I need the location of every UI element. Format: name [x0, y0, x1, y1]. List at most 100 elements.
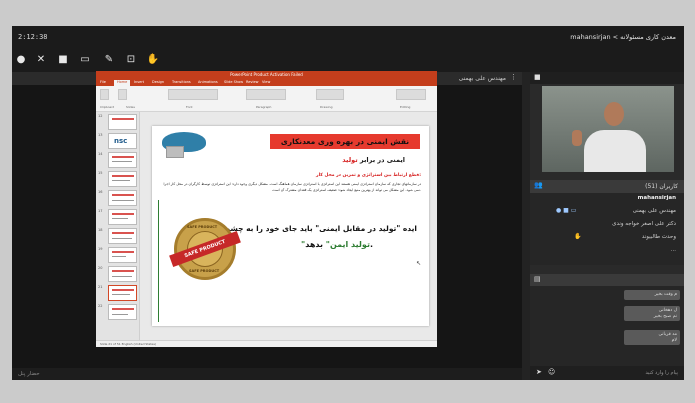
- subheading-black: ایمنی در برابر: [357, 156, 405, 164]
- font-controls[interactable]: [168, 89, 218, 100]
- chat-messages[interactable]: م وقت بخیر ل دهخانی نم صبح بخیر مد قربان…: [530, 286, 684, 366]
- slide-thumbnail[interactable]: [108, 247, 137, 263]
- subheading-red: تولید: [342, 156, 358, 164]
- send-icon[interactable]: ➤: [536, 368, 542, 376]
- participant-item[interactable]: ...: [671, 247, 676, 253]
- slide-subheading: ایمنی در برابر تولید: [342, 156, 405, 164]
- slide-number: 22: [98, 304, 103, 308]
- presenter-body: [584, 130, 646, 172]
- ribbon-group-clipboard: Clipboard: [100, 105, 115, 109]
- ribbon-group-drawing: Drawing: [320, 105, 333, 109]
- slide-thumbnail[interactable]: [108, 114, 137, 130]
- ppt-tab-design[interactable]: Design: [152, 80, 164, 84]
- chat-header: ▤: [530, 274, 684, 286]
- slide-thumbnail[interactable]: [108, 209, 137, 225]
- slide-heading: نقش ایمنی در بهره وری معدنکاری: [270, 134, 420, 149]
- ribbon-group-slides: Slides: [126, 105, 135, 109]
- raise-hand-icon[interactable]: ✋: [146, 53, 160, 67]
- slide-red-line: قطع ارتباط بین استراتژی و تمرین در محل ک…: [316, 173, 421, 178]
- safe-product-badge: SAFE PRODUCT SAFE PRODUCT SAFE PRODUCT: [169, 218, 241, 280]
- ppt-tab-slideshow[interactable]: Slide Show: [224, 80, 243, 84]
- slide-number: 14: [98, 152, 103, 156]
- bottom-bar-label: حضار پنل: [18, 371, 40, 377]
- slide-number: 19: [98, 247, 103, 251]
- slide-thumbnail[interactable]: [108, 228, 137, 244]
- chat-input-bar[interactable]: ➤ ☺ پیام را وارد کنید: [530, 366, 684, 380]
- breadcrumb[interactable]: mahansirjan < معدن کاری مسئولانه: [570, 33, 676, 41]
- chat-input-placeholder[interactable]: پیام را وارد کنید: [645, 370, 678, 376]
- slide-thumbnail[interactable]: nsc: [108, 133, 137, 149]
- ribbon-group-font: Font: [186, 105, 193, 109]
- chat-message-line: م وقت بخیر: [654, 292, 677, 297]
- chat-message-line: نم صبح بخیر: [653, 313, 677, 319]
- presenter-name: مهندس علی بهمنی: [458, 75, 506, 82]
- ppt-tab-animations[interactable]: Animations: [198, 80, 218, 84]
- chat-message-line: لام: [671, 337, 677, 343]
- participants-list[interactable]: mahansirjan مهندس علی بهمنی ● ■ ▭ دکتر ع…: [530, 193, 684, 265]
- slide-number: 12: [98, 114, 103, 118]
- photo-frame: 2:12:38 mahansirjan < معدن کاری مسئولانه…: [0, 0, 695, 403]
- ppt-status-bar: Slide 21 of 51 English (United States): [96, 340, 437, 347]
- participant-item[interactable]: وحدت طالبیوند: [642, 234, 676, 240]
- slide-thumbnail[interactable]: [108, 304, 137, 320]
- video-camera-icon: ■: [534, 73, 541, 81]
- drawing-controls[interactable]: [316, 89, 344, 100]
- slide-number: 20: [98, 266, 103, 270]
- editing-controls[interactable]: [396, 89, 426, 100]
- new-slide-button[interactable]: [118, 89, 127, 100]
- ppt-tab-transitions[interactable]: Transitions: [172, 80, 191, 84]
- control-toolbar: ● ✕ ■ ▭ ✎ ⊡ ✋: [12, 48, 684, 72]
- webcam-video[interactable]: [542, 86, 674, 172]
- top-bar: 2:12:38 mahansirjan < معدن کاری مسئولانه: [12, 26, 684, 48]
- ribbon-group-paragraph: Paragraph: [256, 105, 272, 109]
- paragraph-controls[interactable]: [246, 89, 286, 100]
- ppt-tab-review[interactable]: Review: [246, 80, 259, 84]
- pen-icon[interactable]: ✎: [102, 53, 116, 67]
- camera-icon[interactable]: ■: [56, 53, 70, 67]
- status-text: Slide 21 of 51 English (United States): [100, 342, 157, 346]
- mute-microphone-icon[interactable]: ✕: [34, 53, 48, 67]
- presenter-hand: [572, 130, 582, 146]
- paste-button[interactable]: [100, 89, 109, 100]
- raise-hand-status-icon: ✋: [574, 233, 582, 240]
- more-options-icon[interactable]: ⋮: [510, 73, 517, 81]
- upload-icon[interactable]: ⊡: [124, 53, 138, 67]
- ppt-tab-insert[interactable]: Insert: [134, 80, 144, 84]
- ppt-ribbon: Clipboard Slides Font Paragraph Drawing …: [96, 86, 437, 112]
- chat-message: ل دهخانی نم صبح بخیر: [624, 306, 680, 321]
- slide-number: 15: [98, 171, 103, 175]
- participant-item[interactable]: مهندس علی بهمنی: [633, 208, 676, 214]
- slide-canvas: نقش ایمنی در بهره وری معدنکاری ایمنی در …: [152, 126, 429, 326]
- ppt-tab-view[interactable]: View: [262, 80, 270, 84]
- slide-thumbnail-selected[interactable]: [108, 285, 137, 301]
- slide-quote-line2: "تولید ایمن" بدهد.: [301, 240, 373, 249]
- participants-header: 👥 کاربران (51): [530, 180, 684, 193]
- mouse-cursor-icon: ↖: [416, 260, 422, 267]
- slide-thumbnails-pane[interactable]: 12 13 nsc 14 15 16 17 18 19 20 21 22: [96, 112, 140, 342]
- microphone-icon[interactable]: ●: [14, 53, 28, 67]
- ppt-tab-file[interactable]: File: [100, 80, 106, 84]
- ribbon-group-editing: Editing: [400, 105, 411, 109]
- participant-item[interactable]: mahansirjan: [638, 195, 676, 201]
- slide-thumbnail[interactable]: [108, 190, 137, 206]
- slide-thumbnail[interactable]: [108, 171, 137, 187]
- meeting-screen: 2:12:38 mahansirjan < معدن کاری مسئولانه…: [12, 26, 684, 380]
- badge-ring-top: SAFE PRODUCT: [187, 225, 218, 229]
- slide-paragraph: در سازمانهای تجاری که سازمان استراتژی ای…: [163, 182, 421, 192]
- slide-number: 21: [98, 285, 103, 289]
- slide-number: 18: [98, 228, 103, 232]
- ppt-tab-strip: File Home Insert Design Transitions Anim…: [96, 79, 437, 86]
- right-sidebar: ■ 👥 کاربران (51) mahansirjan مهندس علی ب…: [530, 72, 684, 380]
- slide-number: 17: [98, 209, 103, 213]
- slide-thumbnail[interactable]: [108, 266, 137, 282]
- ppt-title-bar: PowerPoint Product Activation Failed: [96, 71, 437, 79]
- chat-message: م وقت بخیر: [624, 290, 680, 300]
- badge-ring-bottom: SAFE PRODUCT: [189, 269, 220, 273]
- chat-icon: ▤: [534, 275, 541, 283]
- green-divider: [158, 200, 159, 322]
- slide-number: 13: [98, 133, 103, 137]
- slide-thumbnail[interactable]: [108, 152, 137, 168]
- screen-share-icon[interactable]: ▭: [78, 53, 92, 67]
- emoji-icon[interactable]: ☺: [548, 368, 555, 376]
- participant-item[interactable]: دکتر علی اصغر خواجه وندی: [612, 221, 676, 227]
